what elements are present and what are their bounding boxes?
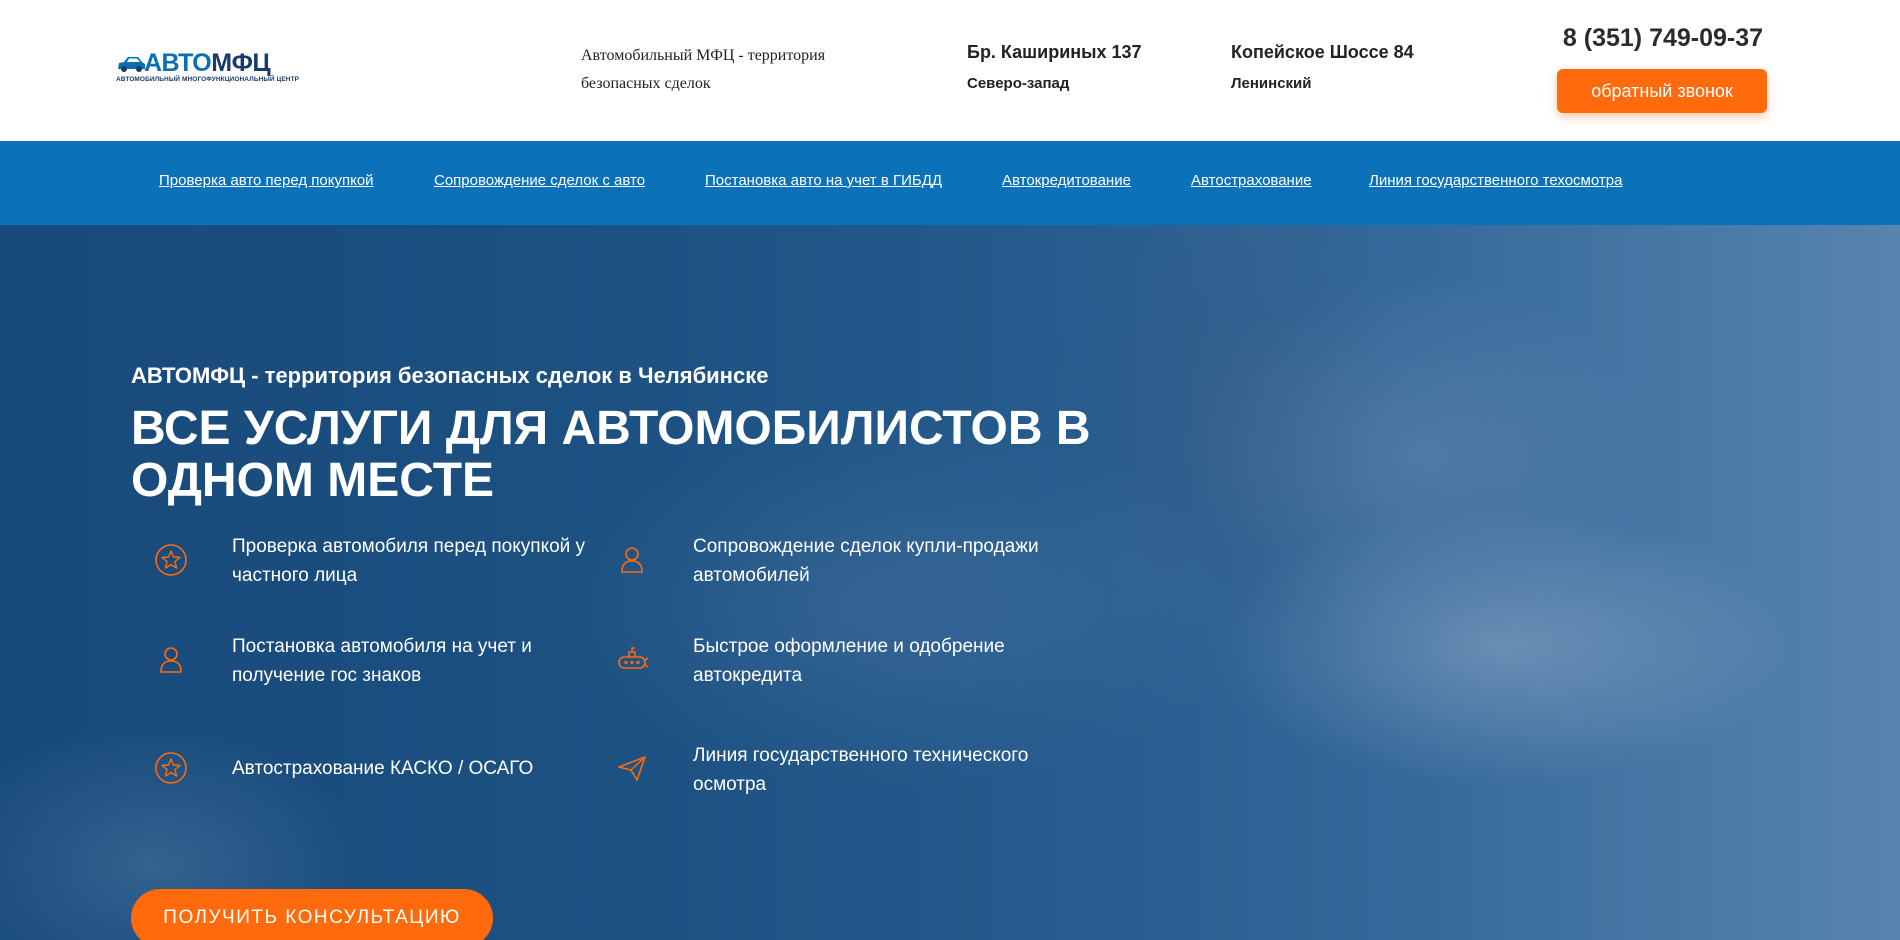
hero-title: ВСЕ УСЛУГИ ДЛЯ АВТОМОБИЛИСТОВ В ОДНОМ МЕ… [131,402,1091,507]
hero-section: АВТОМФЦ - территория безопасных сделок в… [0,225,1900,940]
service-text: Быстрое оформление и одобрение автокреди… [693,636,1005,686]
logo[interactable]: АВТОМФЦ АВТОМОБИЛЬНЫЙ МНОГОФУНКЦИОНАЛЬНЫ… [116,49,299,85]
service-item-registration: Постановка автомобиля на учет и получени… [131,632,532,692]
nav-item-car-credit[interactable]: Автокредитование [1002,171,1131,191]
paper-plane-icon [618,756,646,781]
logo-wordmark: АВТОМФЦ [144,49,271,77]
header-slogan: Автомобильный МФЦ - территория безопасны… [581,47,826,92]
logo-tagline: АВТОМОБИЛЬНЫЙ МНОГОФУНКЦИОНАЛЬНЫЙ ЦЕНТР [116,76,300,83]
service-item-deals: Сопровождение сделок купли-продажи автом… [592,532,1039,592]
service-text: Сопровождение сделок купли-продажи автом… [693,536,1039,586]
submarine-icon [618,647,649,669]
nav-item-inspection[interactable]: Линия государственного техосмотра [1369,171,1622,191]
nav-item-insurance[interactable]: Автострахование [1191,171,1312,191]
nav-item-deal-support[interactable]: Сопровождение сделок с авто [434,171,645,191]
callback-button[interactable]: обратный звонок [1557,69,1767,113]
service-text: Проверка автомобиля перед покупкой у час… [232,536,586,586]
logo-word-avto: АВТО [144,49,212,77]
hero-subtitle: АВТОМФЦ - территория безопасных сделок в… [131,363,769,388]
star-circle-icon [155,544,187,576]
service-item-check: Проверка автомобиля перед покупкой у час… [131,532,585,592]
service-item-inspection: Линия государственного технического осмо… [592,745,1028,810]
phone-number[interactable]: 8 (351) 749-09-37 [1558,22,1768,54]
address-district: Ленинский [1231,75,1312,92]
address-street: Бр. Кашириных 137 [967,42,1142,62]
nav-item-car-check[interactable]: Проверка авто перед покупкой [159,171,374,191]
address-street: Копейское Шоссе 84 [1231,42,1414,62]
service-item-credit: Быстрое оформление и одобрение автокреди… [592,632,1005,692]
service-text: Постановка автомобиля на учет и получени… [232,636,532,686]
service-text: Автострахование КАСКО / ОСАГО [232,758,534,779]
nav-item-registration[interactable]: Постановка авто на учет в ГИБДД [705,171,942,191]
car-icon [118,57,145,72]
logo-word-mfc: МФЦ [211,49,271,77]
person-icon [621,547,643,573]
site-header: АВТОМФЦ АВТОМОБИЛЬНЫЙ МНОГОФУНКЦИОНАЛЬНЫ… [0,0,1900,141]
address-district: Северо-запад [967,75,1070,92]
address-block-2: Копейское Шоссе 84 Ленинский [1231,40,1414,96]
star-circle-icon [155,752,187,784]
main-nav: Проверка авто перед покупкой Сопровожден… [0,141,1900,225]
person-icon [160,647,182,673]
service-text: Линия государственного технического осмо… [693,745,1029,795]
service-item-insurance: Автострахование КАСКО / ОСАГО [131,750,533,810]
get-consultation-button[interactable]: ПОЛУЧИТЬ КОНСУЛЬТАЦИЮ [131,889,493,940]
address-block-1: Бр. Кашириных 137 Северо-запад [967,40,1142,96]
